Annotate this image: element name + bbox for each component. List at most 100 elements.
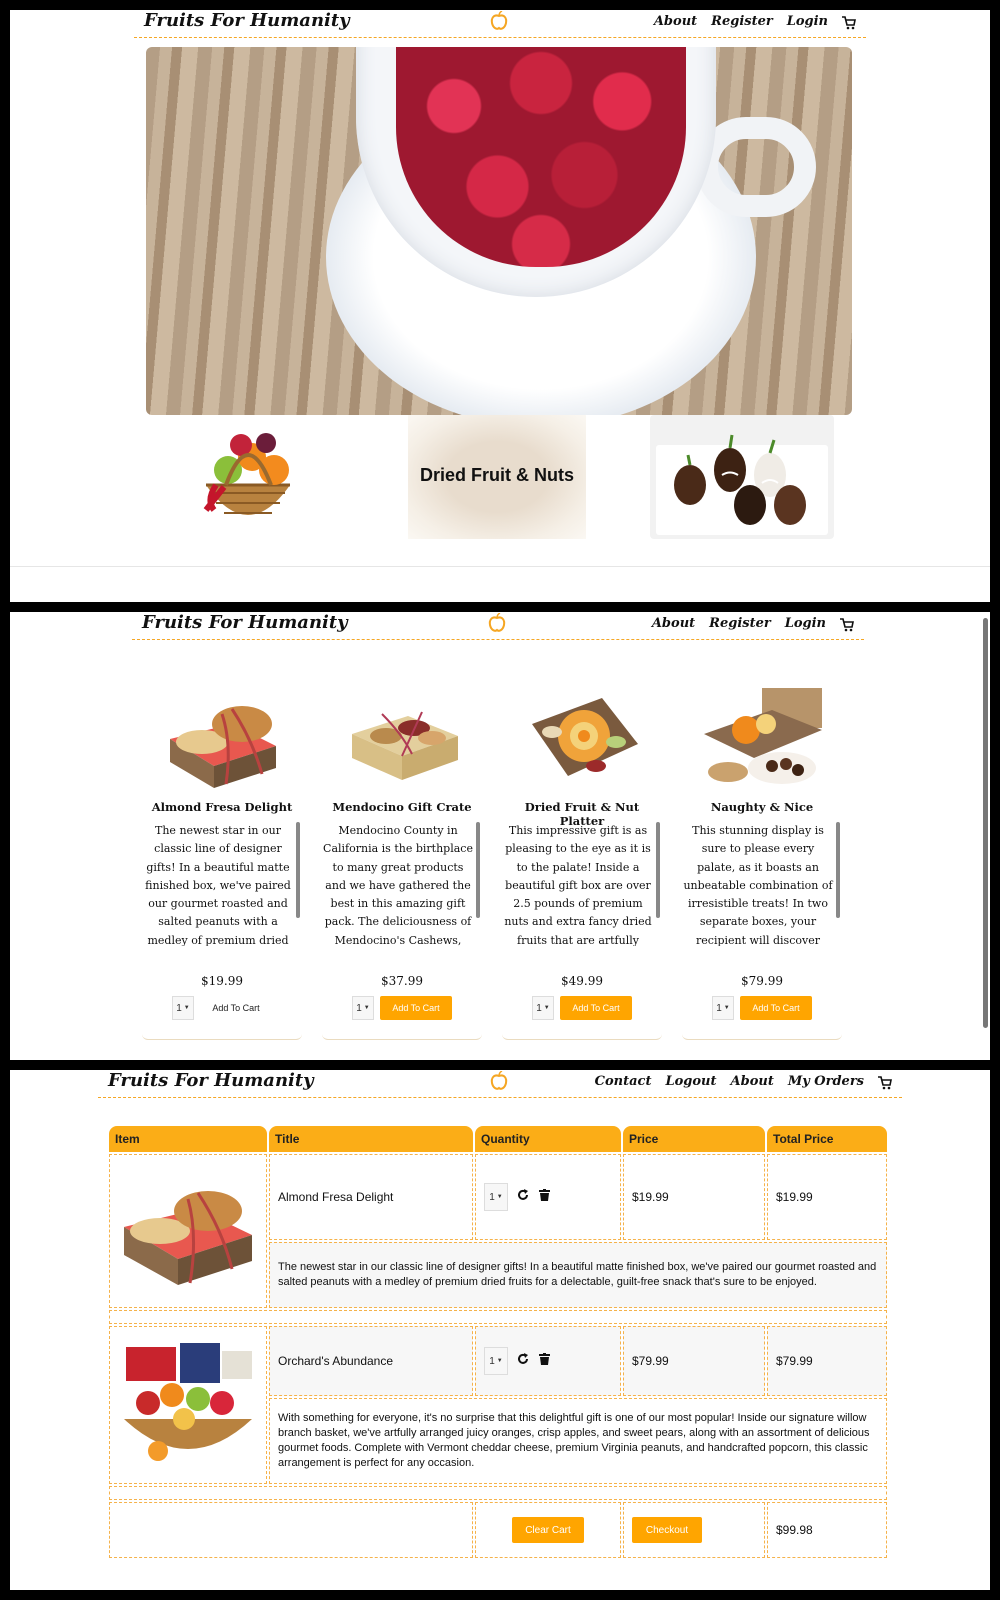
cart-spacer-row: [109, 1486, 887, 1500]
add-to-cart-button[interactable]: Add To Cart: [740, 996, 812, 1020]
page-scrollbar[interactable]: [983, 618, 988, 1028]
product-image: [532, 698, 638, 776]
caret-down-icon: ▼: [543, 1005, 550, 1011]
category-fruit-basket[interactable]: [186, 415, 310, 539]
cart-item-description: With something for everyone, it's no sur…: [269, 1398, 887, 1484]
cart-table: Item Title Quantity Price Total Price Al…: [107, 1124, 889, 1560]
apple-logo-icon: [490, 1070, 508, 1095]
caret-down-icon: ▼: [363, 1005, 370, 1011]
category-chocolate-strawberries[interactable]: [650, 415, 834, 539]
row-spacer: [109, 1486, 887, 1500]
brand-logo[interactable]: Fruits For Humanity: [142, 612, 348, 633]
category-row: Dried Fruit & Nuts: [10, 415, 990, 545]
cart-panel: Fruits For Humanity Contact Logout About…: [10, 1070, 990, 1590]
cart-spacer-row: [109, 1310, 887, 1324]
trash-icon[interactable]: [538, 1352, 550, 1368]
nav-about[interactable]: About: [652, 616, 695, 631]
quantity-value: 1: [716, 1002, 722, 1014]
navbar: Fruits For Humanity About Register Login: [134, 10, 866, 38]
cart-item-image-cell: [109, 1326, 267, 1484]
home-panel: Fruits For Humanity About Register Login: [10, 10, 990, 602]
col-total: Total Price: [767, 1126, 887, 1152]
cart-item-quantity-cell: 1 ▼: [475, 1154, 621, 1240]
nav-register[interactable]: Register: [711, 14, 773, 29]
description-scrollbar[interactable]: [476, 822, 480, 918]
cart-item-total: $19.99: [767, 1154, 887, 1240]
cart-grand-total: $99.98: [767, 1502, 887, 1558]
refresh-icon[interactable]: [517, 1352, 529, 1368]
col-price: Price: [623, 1126, 765, 1152]
cart-item-total: $79.99: [767, 1326, 887, 1396]
nav-login[interactable]: Login: [785, 616, 826, 631]
nav-my-orders[interactable]: My Orders: [788, 1074, 864, 1089]
quantity-select[interactable]: 1 ▼: [532, 996, 554, 1020]
nav-register[interactable]: Register: [709, 616, 771, 631]
product-description[interactable]: The newest star in our classic line of d…: [142, 822, 294, 946]
col-quantity: Quantity: [475, 1126, 621, 1152]
navbar: Fruits For Humanity About Register Login: [132, 612, 864, 640]
category-label: Dried Fruit & Nuts: [419, 465, 574, 485]
quantity-select[interactable]: 1 ▼: [172, 996, 194, 1020]
description-scrollbar[interactable]: [836, 822, 840, 918]
shopping-cart-icon[interactable]: [842, 15, 856, 29]
quantity-value: 1: [176, 1002, 182, 1014]
cart-item-title: Almond Fresa Delight: [269, 1154, 473, 1240]
cart-item-image-cell: [109, 1154, 267, 1308]
nav-about[interactable]: About: [731, 1074, 774, 1089]
divider: [10, 566, 990, 567]
description-scrollbar[interactable]: [296, 822, 300, 918]
caret-down-icon: ▼: [496, 1358, 503, 1364]
col-title: Title: [269, 1126, 473, 1152]
chocolate-strawberries-image: [656, 434, 828, 535]
cart-item-price: $19.99: [623, 1154, 765, 1240]
shopping-cart-icon[interactable]: [878, 1075, 892, 1089]
add-to-cart-button[interactable]: Add To Cart: [560, 996, 632, 1020]
checkout-button[interactable]: Checkout: [632, 1517, 702, 1543]
clear-cart-cell: Clear Cart: [475, 1502, 621, 1558]
fruit-basket-image: [203, 433, 290, 515]
quantity-value: 1: [489, 1355, 495, 1367]
apple-logo-icon: [490, 10, 508, 35]
add-to-cart-button[interactable]: Add To Cart: [200, 996, 272, 1020]
product-price: $37.99: [381, 974, 423, 988]
cart-item-quantity-cell: 1 ▼: [475, 1326, 621, 1396]
quantity-select[interactable]: 1 ▼: [484, 1183, 508, 1211]
nav-login[interactable]: Login: [787, 14, 828, 29]
product-price: $19.99: [201, 974, 243, 988]
caret-down-icon: ▼: [496, 1194, 503, 1200]
nav-about[interactable]: About: [654, 14, 697, 29]
quantity-value: 1: [356, 1002, 362, 1014]
cart-row: Orchard's Abundance 1 ▼ $79.99 $79.99: [109, 1326, 887, 1484]
nav-contact[interactable]: Contact: [595, 1074, 652, 1089]
nav-logout[interactable]: Logout: [665, 1074, 716, 1089]
refresh-icon[interactable]: [517, 1188, 529, 1204]
product-description[interactable]: This impressive gift is as pleasing to t…: [502, 822, 654, 946]
product-title: Almond Fresa Delight: [151, 800, 293, 814]
category-dried-fruit-nuts[interactable]: Dried Fruit & Nuts: [408, 415, 586, 539]
product-image: [704, 688, 822, 784]
trash-icon[interactable]: [538, 1188, 550, 1204]
product-description[interactable]: Mendocino County in California is the bi…: [322, 822, 474, 946]
shopping-cart-icon[interactable]: [840, 617, 854, 631]
quantity-select[interactable]: 1 ▼: [352, 996, 374, 1020]
product-price: $79.99: [741, 974, 783, 988]
add-to-cart-button[interactable]: Add To Cart: [380, 996, 452, 1020]
description-scrollbar[interactable]: [656, 822, 660, 918]
quantity-select[interactable]: 1 ▼: [712, 996, 734, 1020]
product-title: Mendocino Gift Crate: [332, 800, 472, 814]
brand-logo[interactable]: Fruits For Humanity: [108, 1070, 314, 1091]
nav-links: About Register Login: [652, 616, 854, 631]
product-card: Naughty & Nice This stunning display is …: [682, 672, 842, 1040]
col-item: Item: [109, 1126, 267, 1152]
apple-logo-icon: [488, 612, 506, 637]
product-description[interactable]: This stunning display is sure to please …: [682, 822, 834, 946]
row-spacer: [109, 1310, 887, 1324]
brand-logo[interactable]: Fruits For Humanity: [144, 10, 350, 31]
product-image: [170, 706, 276, 788]
cart-item-title: Orchard's Abundance: [269, 1326, 473, 1396]
cart-footer-row: Clear Cart Checkout $99.98: [109, 1502, 887, 1558]
quantity-select[interactable]: 1 ▼: [484, 1347, 508, 1375]
cart-item-price: $79.99: [623, 1326, 765, 1396]
clear-cart-button[interactable]: Clear Cart: [512, 1517, 584, 1543]
checkout-cell: Checkout: [623, 1502, 765, 1558]
